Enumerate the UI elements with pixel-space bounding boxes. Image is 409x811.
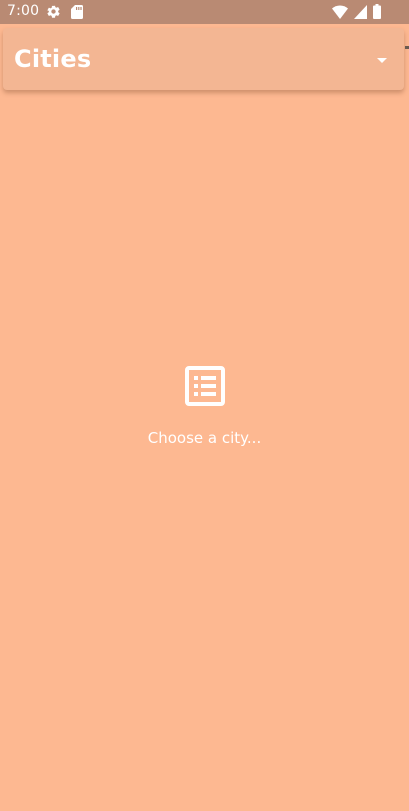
- list-alt-icon: [0, 366, 409, 406]
- gear-icon: [46, 4, 61, 19]
- wifi-icon: [332, 5, 348, 19]
- battery-icon: [373, 4, 381, 19]
- empty-state-label: Choose a city...: [147, 429, 262, 447]
- app-title: Cities: [14, 45, 92, 73]
- app-bar: Cities: [3, 28, 404, 90]
- status-left-icons: [46, 4, 83, 19]
- empty-state: Choose a city...: [0, 366, 409, 448]
- arrow-drop-down-icon[interactable]: [370, 48, 394, 72]
- status-right-icons: [332, 4, 381, 19]
- status-bar: 7:00: [0, 0, 409, 24]
- edge-divider: [405, 46, 409, 49]
- sd-card-icon: [71, 4, 83, 19]
- signal-icon: [354, 4, 367, 19]
- status-time: 7:00: [7, 3, 40, 19]
